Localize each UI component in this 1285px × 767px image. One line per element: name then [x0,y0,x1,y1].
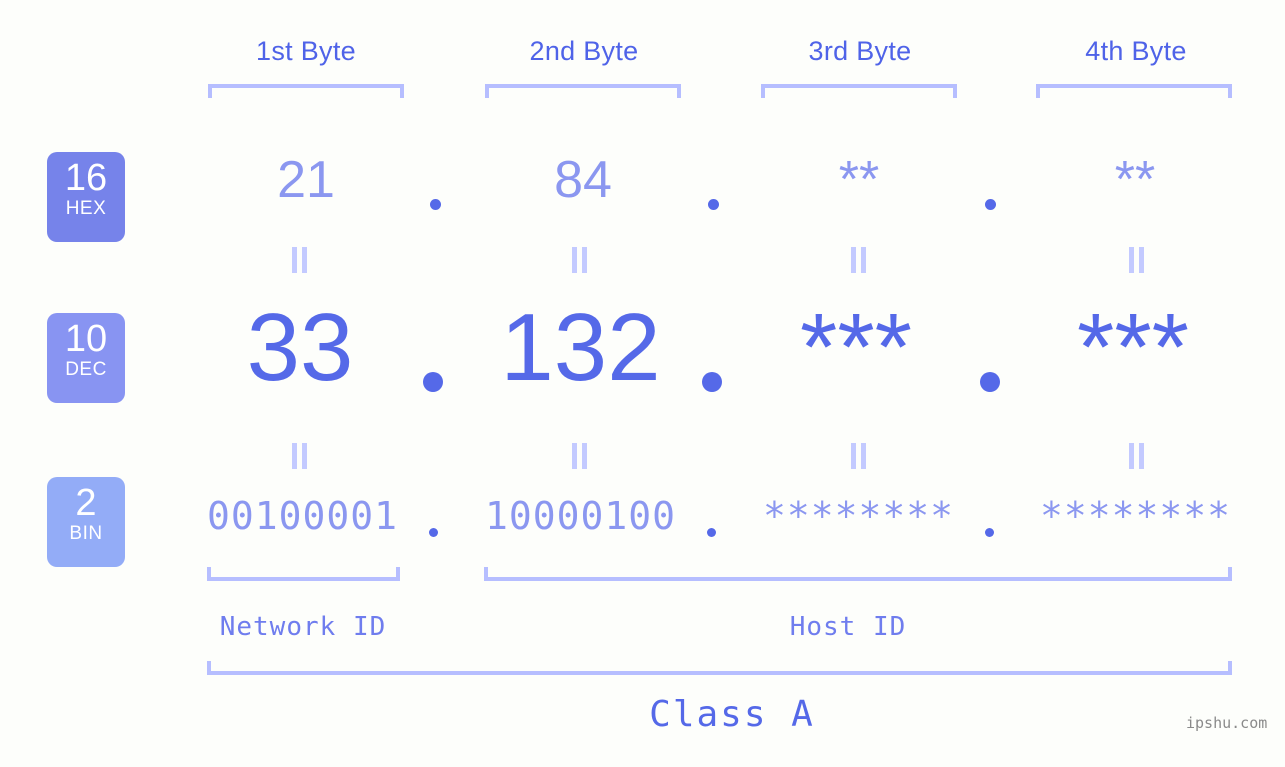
byte-header-1: 1st Byte [256,36,356,66]
byte-header-2: 2nd Byte [529,36,639,66]
base-badge-hex: 16 HEX [47,152,125,242]
base-badge-bin: 2 BIN [47,477,125,567]
base-badge-bin-name: BIN [69,523,103,544]
host-id-bracket [484,567,1232,581]
dec-byte-4: *** [1076,294,1190,401]
network-id-bracket [207,567,400,581]
hex-byte-1: 21 [277,151,335,209]
bin-separator-dot-1 [429,528,438,537]
hex-separator-dot-1 [430,199,441,210]
base-badge-dec-number: 10 [64,318,108,360]
watermark: ipshu.com [1186,714,1268,732]
byte-bracket-2 [485,84,681,98]
equals-dec-bin-2 [572,443,588,469]
bin-byte-4: ******** [1039,494,1232,538]
equals-hex-dec-4 [1129,247,1145,273]
byte-header-4: 4th Byte [1085,36,1187,66]
base-badge-hex-number: 16 [64,157,108,199]
hex-separator-dot-2 [708,199,719,210]
base-badge-dec-name: DEC [65,359,107,380]
equals-dec-bin-1 [292,443,308,469]
byte-bracket-3 [761,84,957,98]
base-badge-dec: 10 DEC [47,313,125,403]
bin-separator-dot-3 [985,528,994,537]
bin-byte-2: 10000100 [484,494,677,538]
hex-byte-4: ** [1114,151,1156,209]
ip-address-diagram: 1st Byte 2nd Byte 3rd Byte 4th Byte 16 H… [0,0,1285,767]
host-id-label: Host ID [789,612,907,642]
dec-separator-dot-2 [702,372,722,392]
dec-byte-3: *** [799,294,913,401]
dec-byte-2: 132 [500,294,661,401]
equals-dec-bin-3 [851,443,867,469]
byte-bracket-4 [1036,84,1232,98]
dec-byte-1: 33 [246,294,354,401]
class-bracket [207,661,1232,675]
byte-header-3: 3rd Byte [808,36,912,66]
byte-bracket-1 [208,84,404,98]
hex-byte-3: ** [838,151,880,209]
hex-byte-2: 84 [554,151,612,209]
equals-hex-dec-1 [292,247,308,273]
bin-separator-dot-2 [707,528,716,537]
dec-separator-dot-1 [423,372,443,392]
base-badge-hex-name: HEX [65,198,107,219]
base-badge-bin-number: 2 [75,482,97,524]
bin-byte-3: ******** [762,494,955,538]
bin-byte-1: 00100001 [206,494,399,538]
network-id-label: Network ID [219,612,387,642]
hex-separator-dot-3 [985,199,996,210]
equals-hex-dec-3 [851,247,867,273]
equals-dec-bin-4 [1129,443,1145,469]
class-label: Class A [649,694,815,735]
equals-hex-dec-2 [572,247,588,273]
dec-separator-dot-3 [980,372,1000,392]
